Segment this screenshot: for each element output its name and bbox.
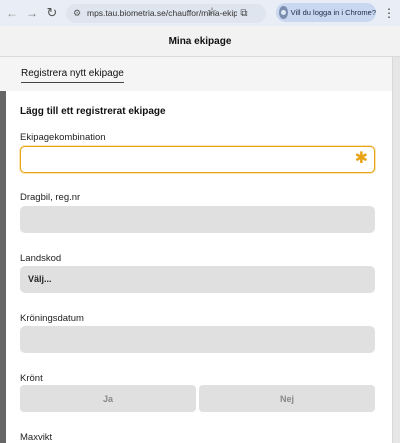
register-area: Registrera nytt ekipage <box>0 57 392 91</box>
install-app-icon[interactable]: ⧉ <box>237 6 251 20</box>
app-header: Mina ekipage <box>0 26 400 57</box>
kroningsdatum-label: Kröningsdatum <box>20 313 84 324</box>
dragbil-reg-input[interactable] <box>20 206 375 233</box>
landskod-select[interactable]: Välj... <box>20 266 375 293</box>
bookmark-star-icon[interactable]: ☆ <box>207 5 217 18</box>
page-title: Mina ekipage <box>168 35 232 47</box>
required-asterisk-icon: ✱ <box>354 150 368 167</box>
register-new-ekipage-link[interactable]: Registrera nytt ekipage <box>21 68 124 83</box>
kront-no-button[interactable]: Nej <box>199 385 375 412</box>
kront-label: Krönt <box>20 373 43 384</box>
browser-toolbar: ← → ↻ ⚙ mps.tau.biometria.se/chauffor/mi… <box>0 0 400 26</box>
ekipagekombination-label: Ekipagekombination <box>20 132 106 143</box>
ekipagekombination-input[interactable]: ✱ <box>20 146 375 173</box>
landskod-label: Landskod <box>20 253 62 264</box>
forward-arrow-icon[interactable]: → <box>22 3 42 23</box>
scrollbar[interactable] <box>392 57 400 443</box>
address-bar[interactable]: ⚙ mps.tau.biometria.se/chauffor/mina-eki… <box>66 3 266 23</box>
reload-icon[interactable]: ↻ <box>42 3 62 23</box>
signin-label: Vill du logga in i Chrome? <box>290 8 376 17</box>
back-arrow-icon[interactable]: ← <box>2 3 22 23</box>
dragbil-label: Dragbil, reg.nr <box>20 192 81 203</box>
site-info-icon[interactable]: ⚙ <box>70 6 84 20</box>
maxvikt-label: Maxvikt <box>20 432 53 443</box>
landskod-selected-value: Välj... <box>28 274 52 284</box>
add-ekipage-form: Lägg till ett registrerat ekipage Ekipag… <box>0 91 392 443</box>
section-title: Lägg till ett registrerat ekipage <box>20 106 166 117</box>
kroningsdatum-input[interactable] <box>20 326 375 353</box>
avatar-icon <box>279 6 288 19</box>
kront-yes-button[interactable]: Ja <box>20 385 196 412</box>
chrome-signin-button[interactable]: Vill du logga in i Chrome? <box>276 3 376 22</box>
more-menu-icon[interactable]: ⋮ <box>383 4 395 22</box>
